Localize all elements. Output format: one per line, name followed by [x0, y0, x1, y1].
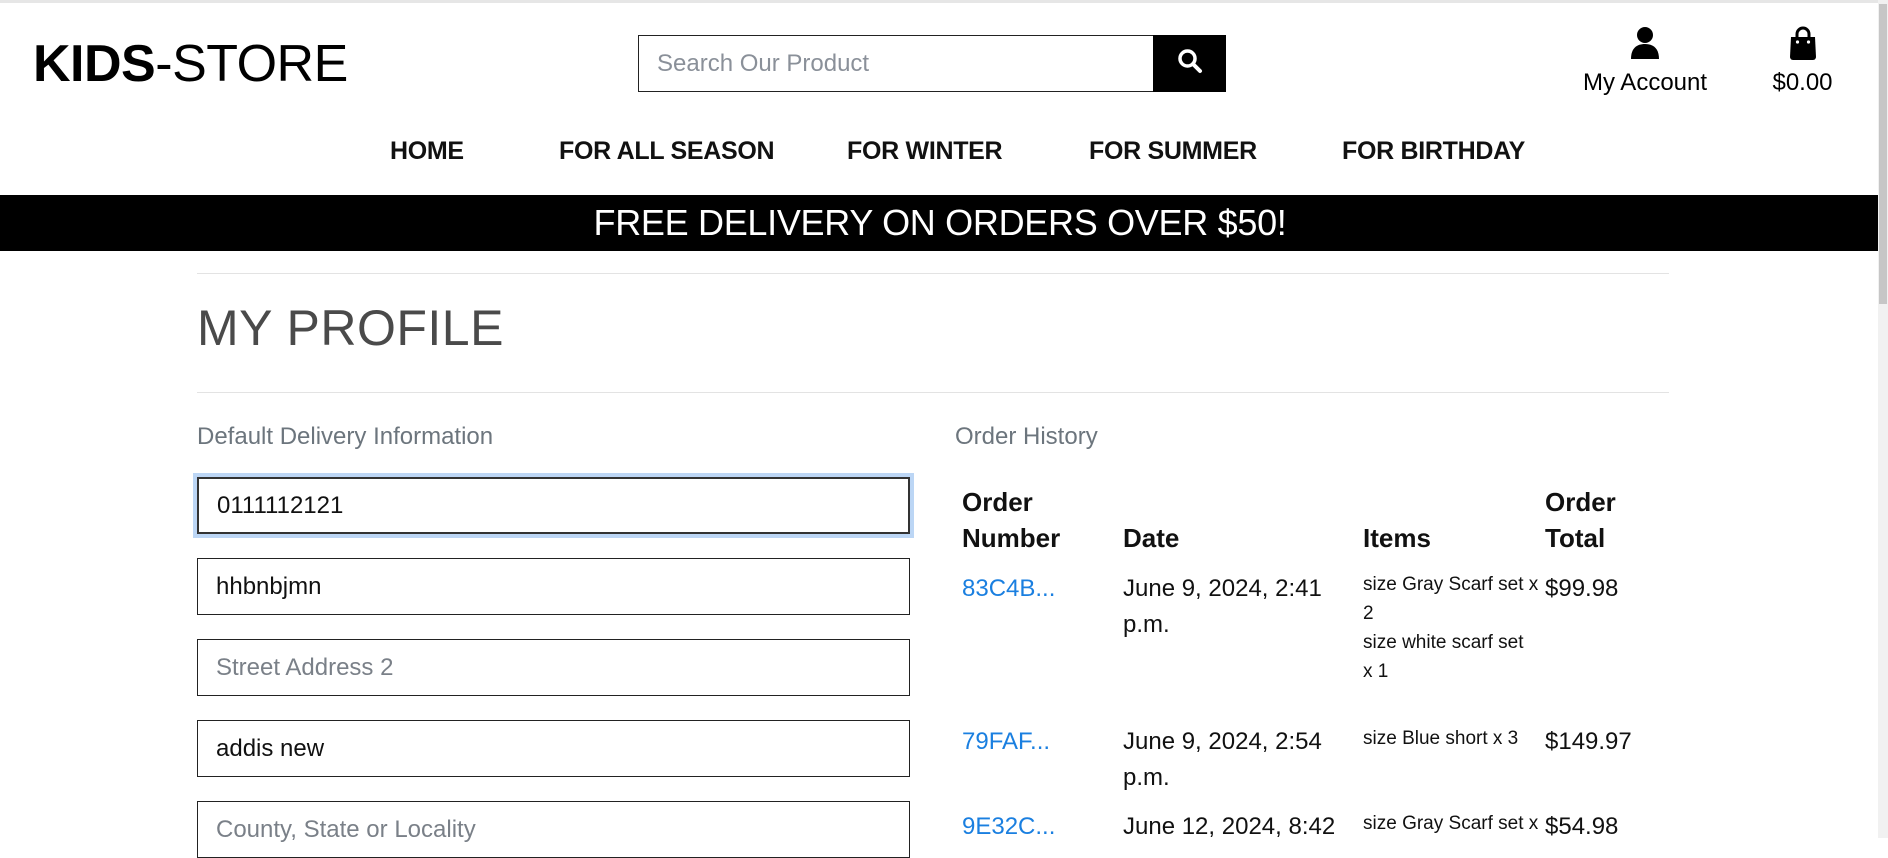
col-header-line: Order [1545, 487, 1616, 517]
order-item-line: size Blue short x 3 [1363, 728, 1519, 749]
order-date-line: p.m. [1123, 611, 1170, 638]
town-city-field[interactable] [197, 720, 910, 777]
order-date: June 12, 2024, 8:42 [1123, 809, 1335, 845]
logo-regular-text: -STORE [155, 35, 348, 93]
col-header-order-number: Order Number [962, 484, 1060, 556]
nav-item-winter[interactable]: FOR WINTER [847, 137, 1003, 166]
col-header-order-total: Order Total [1545, 484, 1616, 556]
scrollbar-thumb[interactable] [1879, 4, 1887, 304]
nav-item-summer[interactable]: FOR SUMMER [1089, 137, 1257, 166]
order-items: size Gray Scarf set x 2 size white scarf… [1363, 570, 1538, 686]
col-header-date: Date [1123, 523, 1180, 553]
order-date-line: June 9, 2024, 2:54 [1123, 728, 1322, 755]
logo-bold-text: KIDS [33, 35, 156, 93]
col-header-line: Order [962, 487, 1033, 517]
nav-item-home[interactable]: HOME [390, 137, 464, 166]
page-title: MY PROFILE [197, 300, 504, 356]
cart-link[interactable]: $0.00 [1760, 26, 1845, 98]
free-delivery-banner: FREE DELIVERY ON ORDERS OVER $50! [0, 195, 1880, 251]
street-address-2-field[interactable] [197, 639, 910, 696]
order-total: $149.97 [1545, 728, 1632, 755]
order-date: June 9, 2024, 2:41 p.m. [1123, 571, 1322, 643]
top-border [0, 0, 1888, 3]
store-logo[interactable]: KIDS-STORE [33, 36, 348, 92]
order-item-line: size white scarf set [1363, 632, 1524, 653]
order-items: size Gray Scarf set x [1363, 809, 1538, 838]
search-form [638, 35, 1226, 92]
nav-item-all-season[interactable]: FOR ALL SEASON [559, 137, 775, 166]
cart-total: $0.00 [1772, 69, 1833, 96]
order-items: size Blue short x 3 [1363, 724, 1518, 753]
order-date: June 9, 2024, 2:54 p.m. [1123, 724, 1322, 796]
shopping-bag-icon [1760, 26, 1845, 62]
delivery-info-heading: Default Delivery Information [197, 423, 494, 450]
col-header-items: Items [1363, 523, 1431, 553]
order-item-line: size Gray Scarf set x [1363, 813, 1539, 834]
street-address-1-field[interactable] [197, 558, 910, 615]
order-number-link[interactable]: 79FAF... [962, 724, 1050, 760]
my-account-label: My Account [1582, 69, 1708, 96]
main-nav: HOME FOR ALL SEASON FOR WINTER FOR SUMME… [0, 137, 1888, 171]
order-number-link[interactable]: 9E32C... [962, 809, 1055, 845]
phone-number-field[interactable] [197, 477, 910, 534]
search-icon [1177, 48, 1203, 79]
order-item-line: 2 [1363, 603, 1374, 624]
divider [197, 392, 1669, 393]
order-date-line: June 12, 2024, 8:42 [1123, 813, 1336, 840]
order-date-line: p.m. [1123, 764, 1170, 791]
my-account-link[interactable]: My Account [1570, 26, 1720, 98]
search-button[interactable] [1153, 35, 1226, 92]
order-total: $54.98 [1545, 813, 1619, 840]
order-date-line: June 9, 2024, 2:41 [1123, 575, 1322, 602]
order-total: $99.98 [1545, 575, 1619, 602]
col-header-line: Total [1545, 523, 1606, 553]
order-item-line: x 1 [1363, 661, 1389, 682]
order-number-link[interactable]: 83C4B... [962, 571, 1055, 607]
col-header-line: Number [962, 523, 1061, 553]
search-input[interactable] [638, 35, 1153, 92]
page-scrollbar[interactable] [1878, 0, 1888, 838]
nav-item-birthday[interactable]: FOR BIRTHDAY [1342, 137, 1525, 166]
user-icon [1570, 26, 1720, 62]
divider [197, 273, 1669, 274]
order-item-line: size Gray Scarf set x [1363, 574, 1539, 595]
county-field[interactable] [197, 801, 910, 858]
order-history-heading: Order History [955, 423, 1098, 450]
